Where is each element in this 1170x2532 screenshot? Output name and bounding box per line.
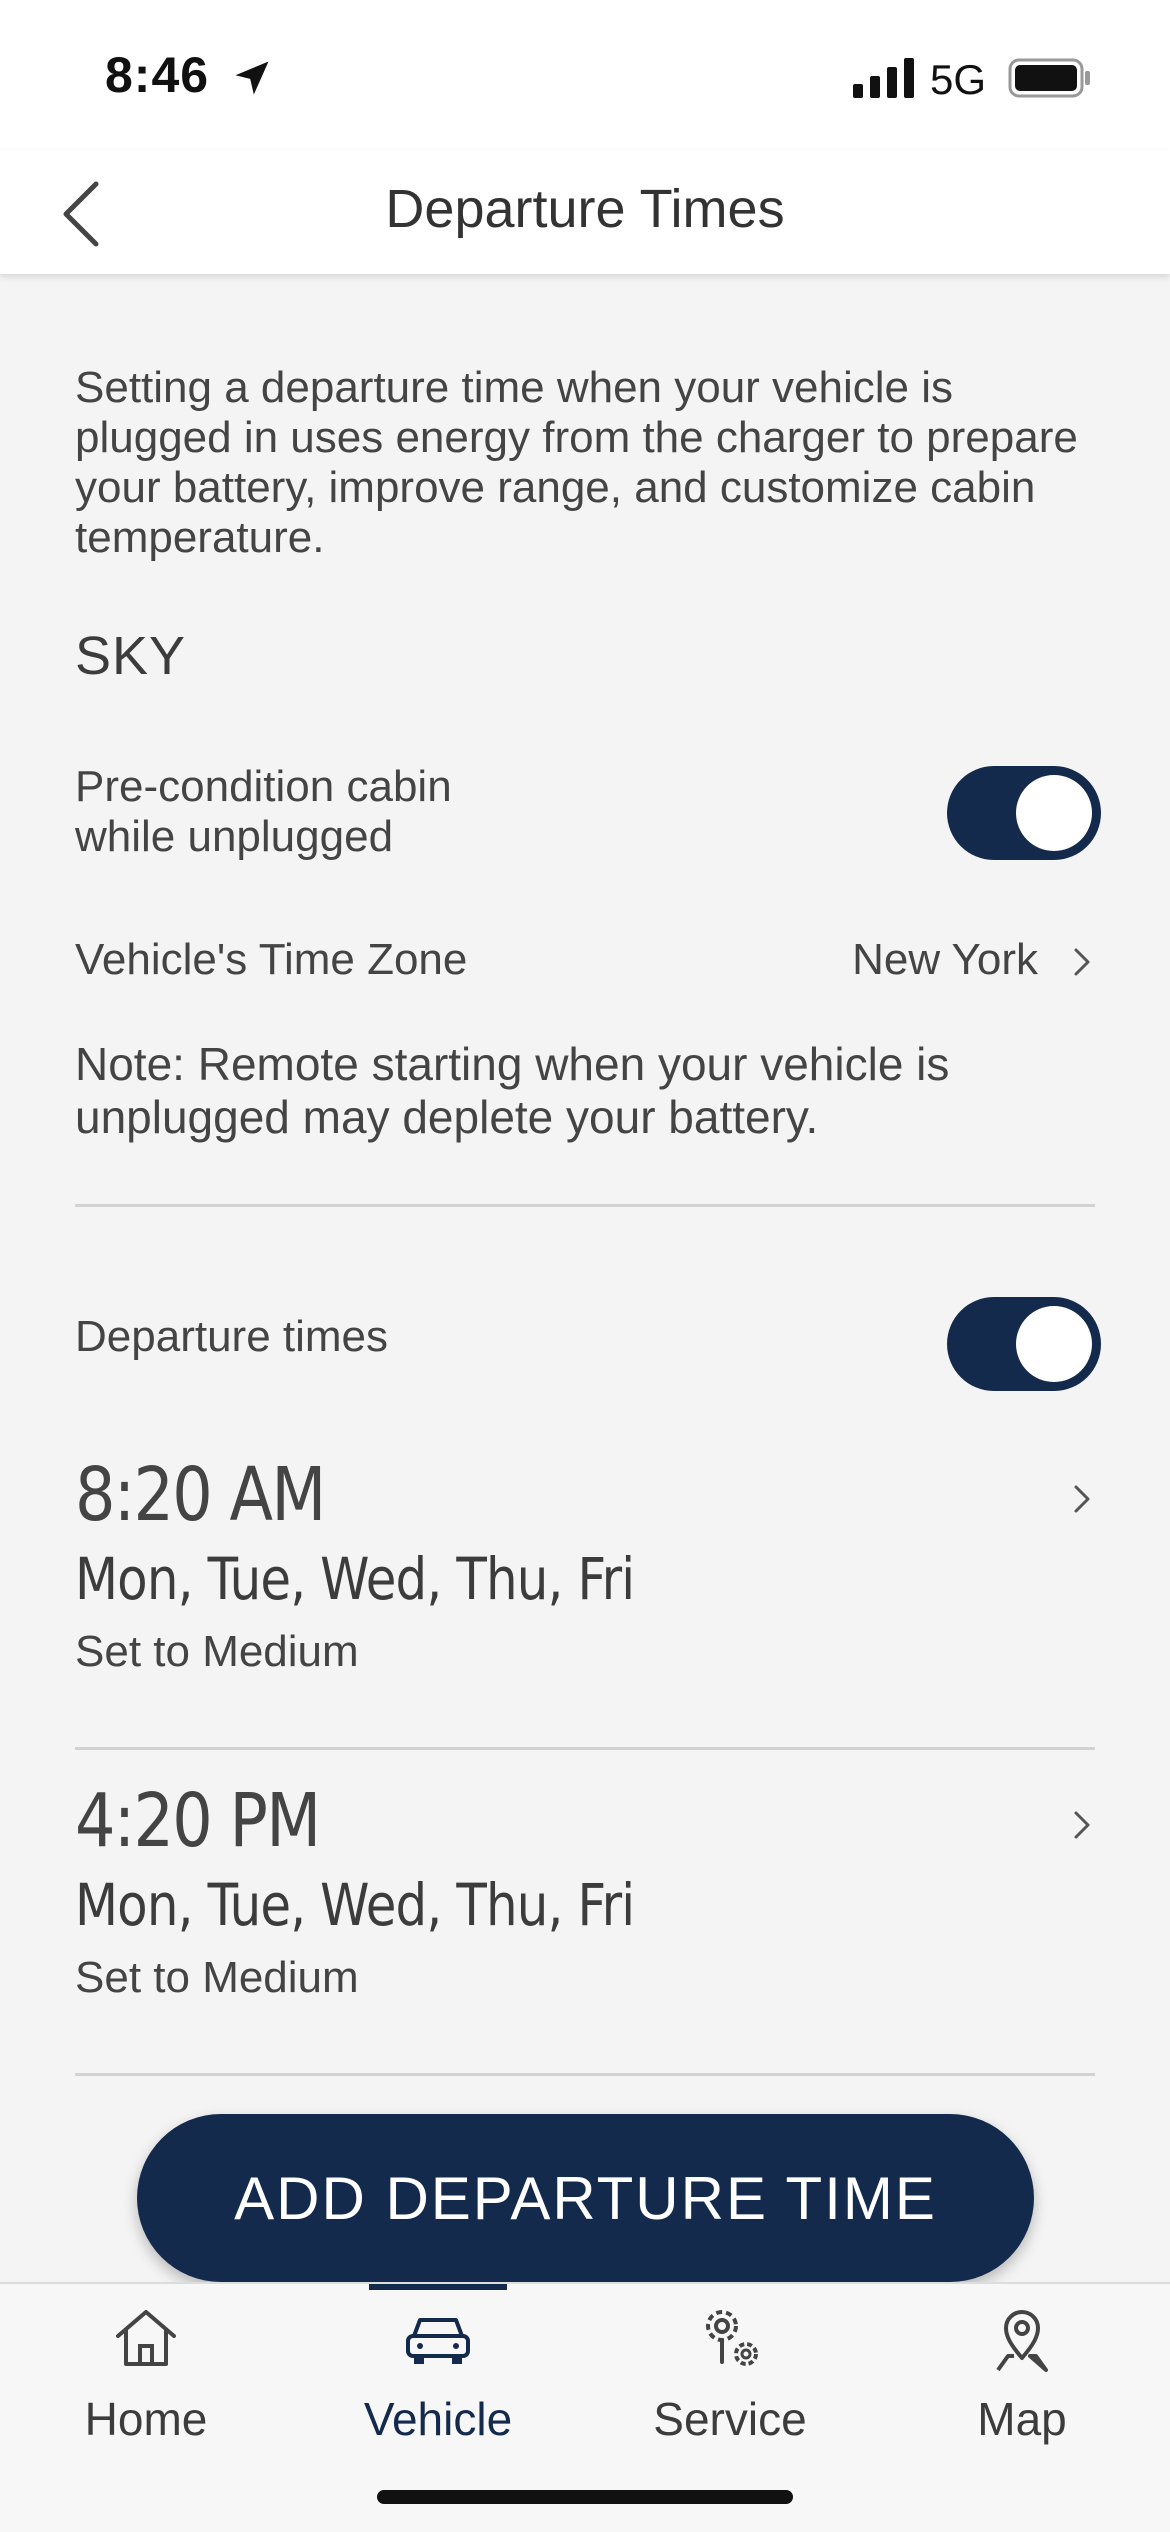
status-time: 8:46 [105, 47, 210, 103]
precondition-label-line1: Pre-condition cabin [75, 762, 452, 811]
service-icon [706, 2310, 758, 2366]
divider [75, 1204, 1095, 1207]
nav-header: Departure Times [0, 150, 1170, 274]
toggle-knob [1016, 1306, 1092, 1382]
signal-icon [853, 58, 914, 98]
departure-time: 8:20 AM [75, 1452, 326, 1538]
departure-level: Set to Medium [75, 1953, 359, 2002]
car-icon [406, 2318, 470, 2364]
departure-time: 4:20 PM [75, 1778, 321, 1864]
chevron-right-icon[interactable] [1070, 1482, 1094, 1516]
battery-icon [1008, 58, 1090, 98]
toggle-knob [1016, 775, 1092, 851]
departure-days: Mon, Tue, Wed, Thu, Fri [75, 1545, 635, 1613]
departure-level: Set to Medium [75, 1627, 359, 1676]
tab-vehicle[interactable]: Vehicle [292, 2284, 584, 2474]
chevron-right-icon[interactable] [1070, 1808, 1094, 1842]
tab-label: Service [653, 2393, 807, 2445]
add-departure-time-button[interactable]: ADD DEPARTURE TIME [137, 2114, 1034, 2282]
network-type: 5G [930, 56, 987, 103]
chevron-right-icon[interactable] [1070, 945, 1094, 979]
vehicle-name: SKY [75, 626, 187, 686]
map-pin-icon [996, 2310, 1048, 2372]
tab-label: Vehicle [363, 2393, 513, 2445]
departure-times-label: Departure times [75, 1312, 389, 1361]
home-indicator [377, 2490, 793, 2504]
divider [75, 2073, 1095, 2076]
time-zone-value[interactable]: New York [852, 935, 1038, 985]
battery-note: Note: Remote starting when your vehicle … [75, 1038, 950, 1143]
tab-label: Home [84, 2393, 208, 2445]
location-arrow-icon [235, 61, 269, 95]
divider [75, 1747, 1095, 1750]
departure-times-toggle[interactable] [947, 1297, 1101, 1391]
home-icon [116, 2310, 176, 2366]
intro-text: Setting a departure time when your vehic… [75, 363, 1078, 562]
departure-days: Mon, Tue, Wed, Thu, Fri [75, 1871, 635, 1939]
tab-service[interactable]: Service [584, 2284, 876, 2474]
precondition-label-line2: while unplugged [75, 812, 394, 861]
tab-label: Map [977, 2393, 1067, 2445]
tab-home[interactable]: Home [0, 2284, 292, 2474]
time-zone-label: Vehicle's Time Zone [75, 935, 468, 984]
tab-map[interactable]: Map [876, 2284, 1168, 2474]
precondition-toggle[interactable] [947, 766, 1101, 860]
precondition-label: Pre-condition cabin while unplugged [75, 762, 452, 862]
status-bar: 8:46 5G [0, 0, 1170, 150]
page-title: Departure Times [385, 179, 785, 239]
